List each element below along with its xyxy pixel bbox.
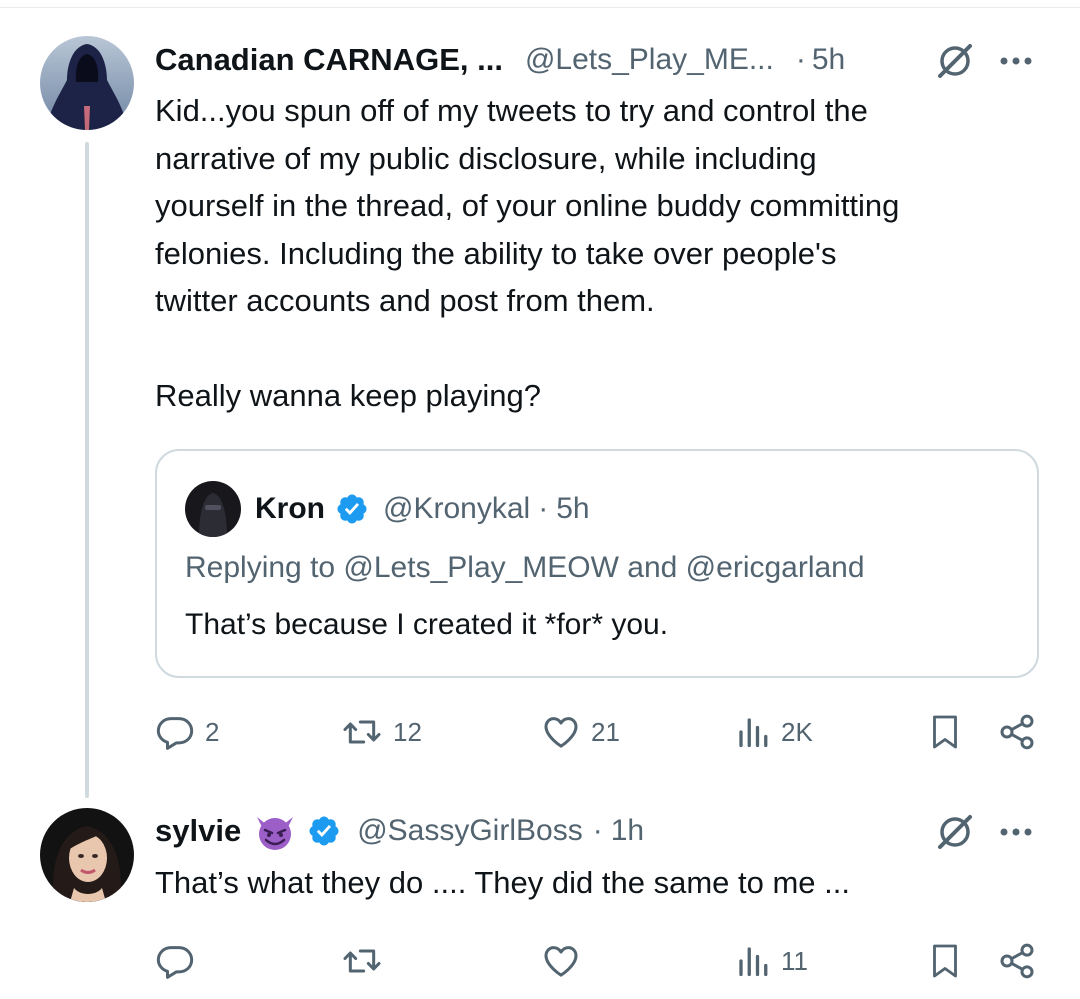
reply-button[interactable] (155, 941, 205, 981)
separator-dot: · (592, 814, 603, 847)
thread-connector-line (85, 142, 89, 798)
views-button[interactable]: 11 (735, 941, 808, 981)
share-icon (997, 712, 1037, 752)
tweet-text-line: Really wanna keep playing? (155, 377, 542, 413)
quoted-tweet-text: That’s because I created it *for* you. (185, 608, 669, 641)
retweet-icon (341, 712, 383, 752)
share-button[interactable] (997, 712, 1037, 752)
views-count: 2K (781, 716, 813, 747)
tweet-time[interactable]: 5h (812, 43, 845, 77)
reply-count: 2 (205, 716, 220, 747)
tweet-text-line: twitter accounts and post from them. (155, 283, 655, 318)
tweet-1-action-bar: 2 12 21 2K (155, 707, 1039, 757)
tweet-text-line: Kid...you spun off of my tweets to try a… (155, 93, 868, 128)
bookmark-button[interactable] (927, 712, 963, 752)
tweet-text-line: felonies. Including the ability to take … (155, 235, 837, 271)
bookmark-icon (927, 712, 963, 752)
grok-icon[interactable] (934, 40, 976, 82)
bookmark-icon (927, 941, 963, 981)
reply-icon (155, 941, 195, 981)
quoted-tweet-header: Kron @Kronykal · 5h (185, 481, 590, 537)
views-button[interactable]: 2K (735, 712, 813, 752)
tweet-time[interactable]: 1h (611, 814, 644, 848)
author-name[interactable]: sylvie (155, 813, 241, 849)
tweet-1-header: Canadian CARNAGE, ... @Lets_Play_ME... ·… (155, 40, 845, 80)
author-handle[interactable]: @Lets_Play_ME... (525, 43, 774, 77)
tweet-text-line: yourself in the thread, of your online b… (155, 188, 900, 223)
tweet-2-text: That’s what they do .... They did the sa… (155, 859, 850, 907)
avatar-kron[interactable] (185, 481, 241, 537)
like-icon (541, 712, 581, 752)
share-button[interactable] (997, 941, 1037, 981)
tweet-text-line: narrative of my public disclosure, while… (155, 140, 817, 176)
grok-icon[interactable] (934, 811, 976, 853)
quoted-author-handle[interactable]: @Kronykal (383, 492, 530, 526)
quoted-author-name[interactable]: Kron (255, 492, 325, 526)
top-divider (0, 7, 1080, 8)
separator-dot: · (538, 492, 549, 525)
avatar-sylvie[interactable] (40, 808, 134, 902)
share-icon (997, 941, 1037, 981)
replying-to[interactable]: Replying to @Lets_Play_MEOW and @ericgar… (185, 551, 865, 585)
views-icon (735, 941, 771, 981)
devil-emoji-icon (253, 811, 297, 851)
tweet-2-top-actions (934, 811, 1034, 853)
tweet-2-action-bar: 11 (155, 937, 1039, 987)
like-count: 21 (591, 716, 620, 747)
separator-dot: · (795, 43, 806, 76)
verified-badge-icon (307, 814, 341, 848)
tweet-text-line: That’s what they do .... They did the sa… (155, 865, 850, 900)
tweet-2-header: sylvie @SassyGirlBoss · 1h (155, 811, 644, 851)
reply-button[interactable]: 2 (155, 712, 219, 752)
bookmark-button[interactable] (927, 941, 963, 981)
more-icon[interactable] (998, 826, 1034, 838)
like-button[interactable]: 21 (541, 712, 620, 752)
quoted-tweet[interactable]: Kron @Kronykal · 5h Replying to @Lets_Pl… (155, 449, 1039, 678)
views-count: 11 (781, 945, 808, 976)
views-icon (735, 712, 771, 752)
retweet-icon (341, 941, 383, 981)
tweet-1-text: Kid...you spun off of my tweets to try a… (155, 87, 899, 419)
reply-icon (155, 712, 195, 752)
like-button[interactable] (541, 941, 591, 981)
like-icon (541, 941, 581, 981)
verified-badge-icon (335, 492, 369, 526)
retweet-button[interactable] (341, 941, 393, 981)
retweet-button[interactable]: 12 (341, 712, 422, 752)
retweet-count: 12 (393, 716, 422, 747)
author-name[interactable]: Canadian CARNAGE, ... (155, 42, 503, 78)
avatar-canadian-carnage[interactable] (40, 36, 134, 130)
more-icon[interactable] (998, 55, 1034, 67)
quoted-tweet-time[interactable]: 5h (556, 492, 589, 526)
author-handle[interactable]: @SassyGirlBoss (357, 814, 583, 848)
tweet-1-top-actions (934, 40, 1034, 82)
